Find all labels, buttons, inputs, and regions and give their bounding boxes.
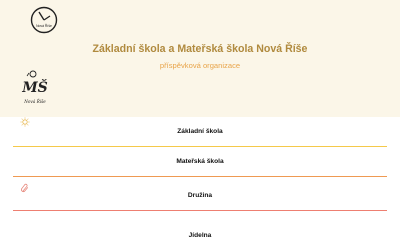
school-logo-text: Nová Říše bbox=[36, 23, 52, 28]
nav-item-label: Jídelna bbox=[188, 232, 212, 239]
site-header: Nová Říše Základní škola a Mateřská škol… bbox=[0, 0, 400, 117]
nav-item-zakladni-skola[interactable]: Základní škola bbox=[13, 117, 387, 147]
kindergarten-logo-text: Nová Říše bbox=[23, 99, 46, 104]
page-subtitle: příspěvková organizace bbox=[159, 61, 241, 70]
kindergarten-logo[interactable]: MŠ Nová Říše bbox=[20, 70, 50, 106]
nav-item-jidelna[interactable]: Jídelna bbox=[13, 221, 387, 251]
page-title: Základní škola a Mateřská škola Nová Říš… bbox=[92, 43, 308, 55]
nav-divider bbox=[13, 175, 387, 177]
nav-item-label: Základní škola bbox=[177, 128, 223, 135]
sun-icon bbox=[20, 117, 30, 127]
kindergarten-logo-letters: MŠ bbox=[21, 78, 48, 96]
clock-logo[interactable]: Nová Říše bbox=[30, 6, 58, 34]
nav-divider bbox=[13, 209, 387, 211]
nav-item-materska-skola[interactable]: Mateřská škola bbox=[13, 147, 387, 177]
nav-item-label: Mateřská škola bbox=[176, 158, 224, 165]
nav-item-label: Družina bbox=[187, 192, 213, 199]
nav-item-druzina[interactable]: Družina bbox=[13, 181, 387, 211]
